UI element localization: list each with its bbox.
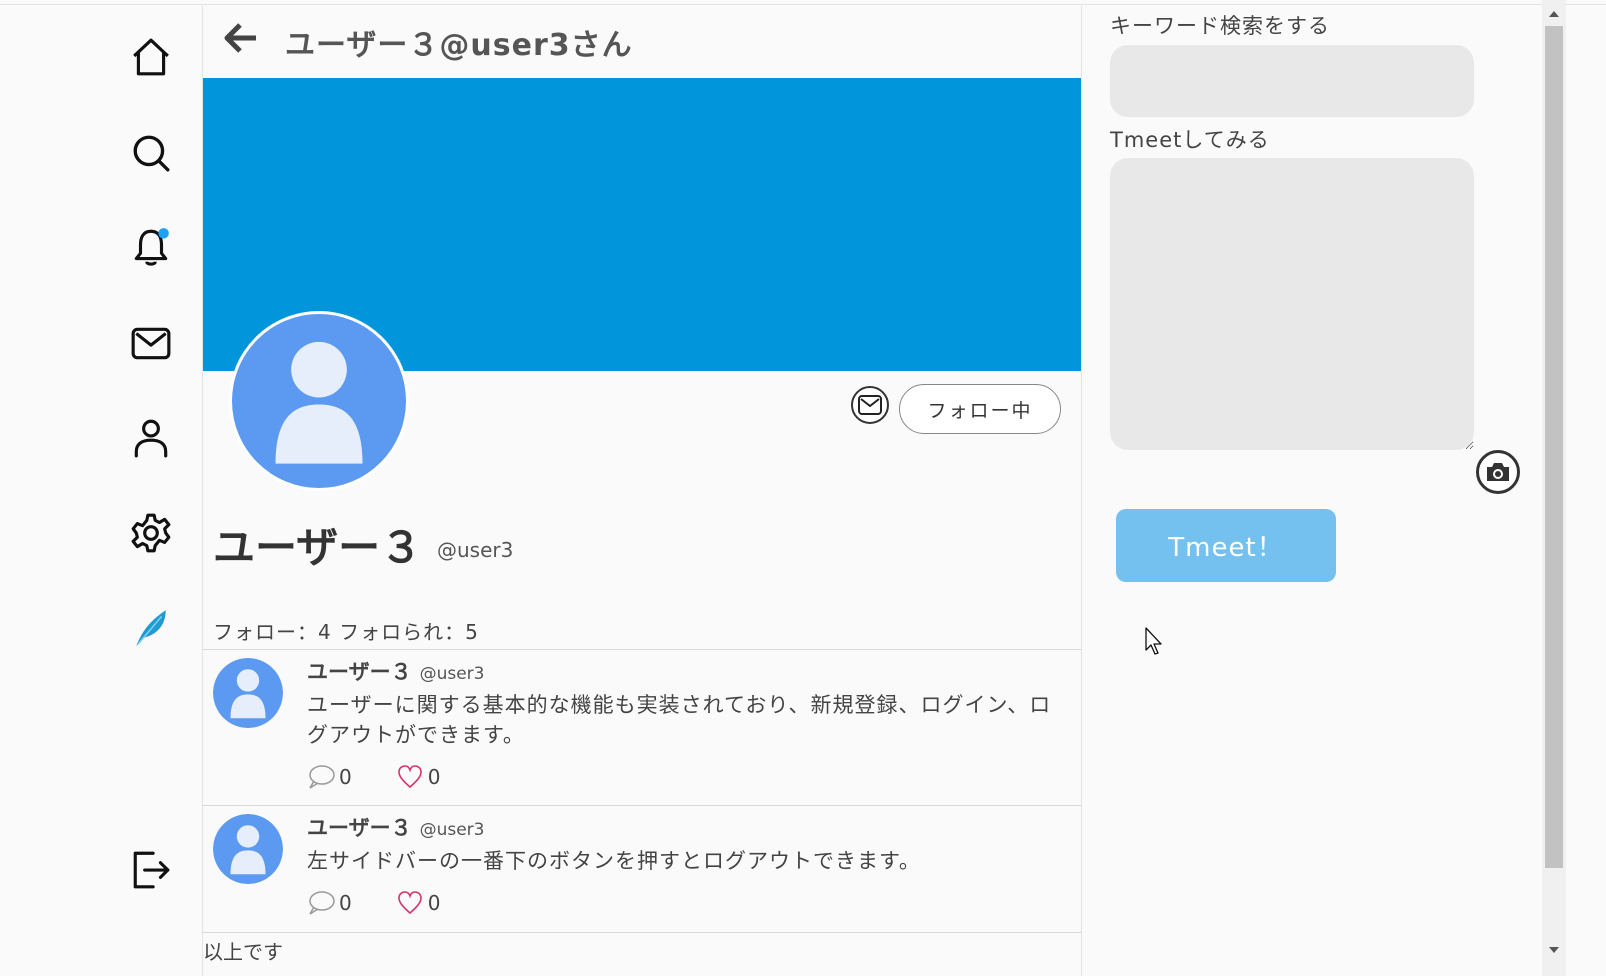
profile-handle: @user3	[437, 538, 514, 562]
avatar-icon	[232, 314, 406, 488]
nav-notifications[interactable]	[128, 224, 174, 270]
tweet-actions: 0 0	[307, 890, 440, 916]
like-button[interactable]: 0	[396, 890, 441, 916]
nav-search[interactable]	[128, 130, 174, 176]
scroll-down-arrow-icon[interactable]	[1542, 940, 1566, 960]
following-button[interactable]: フォロー中	[899, 384, 1061, 434]
like-button[interactable]: 0	[396, 764, 441, 790]
comment-icon	[309, 891, 335, 915]
search-input[interactable]	[1110, 45, 1474, 117]
tweet-text: 左サイドバーの一番下のボタンを押すとログアウトできます。	[307, 849, 921, 873]
end-of-feed-text: 以上です	[203, 940, 283, 964]
mail-icon	[858, 395, 882, 415]
tweet-author-handle: @user3	[419, 820, 485, 840]
page-header: ユーザー３@user3さん	[203, 6, 1081, 78]
main-column: ユーザー３@user3さん フォロー中 ユーザー３ @user3 フォロー：4 …	[202, 6, 1082, 976]
avatar	[213, 658, 283, 728]
bell-icon	[134, 228, 169, 266]
profile-avatar	[229, 311, 409, 491]
profile-name: ユーザー３	[213, 523, 423, 572]
compose-textarea[interactable]	[1110, 158, 1474, 450]
home-icon	[133, 38, 169, 76]
heart-icon	[397, 891, 422, 915]
reply-count: 0	[339, 891, 352, 915]
logout-icon	[133, 851, 170, 889]
notification-dot	[158, 228, 169, 239]
scrollbar[interactable]	[1542, 0, 1566, 976]
like-count: 0	[427, 765, 441, 789]
arrow-left-icon	[224, 23, 256, 53]
tweet-actions: 0 0	[307, 764, 440, 790]
nav-messages[interactable]	[128, 320, 174, 366]
submit-tmeet-button[interactable]: Tmeet！	[1116, 509, 1336, 582]
avatar-icon	[213, 814, 283, 884]
compose-label: Tmeetしてみる	[1110, 128, 1270, 152]
avatar-icon	[213, 658, 283, 728]
gear-icon	[131, 513, 171, 553]
tweet-item[interactable]: ユーザー３ @user3 左サイドバーの一番下のボタンを押すとログアウトできます。…	[203, 806, 1081, 933]
tweet-author-name: ユーザー３	[307, 660, 412, 684]
tweet-author-name: ユーザー３	[307, 816, 412, 840]
message-user-button[interactable]	[851, 386, 889, 424]
scrollbar-thumb[interactable]	[1545, 26, 1563, 868]
back-button[interactable]	[221, 18, 261, 58]
scroll-up-arrow-icon[interactable]	[1542, 4, 1566, 24]
reply-button[interactable]: 0	[307, 890, 352, 916]
window-top-edge	[0, 0, 1606, 5]
search-icon	[133, 135, 170, 172]
nav-logout[interactable]	[128, 846, 174, 892]
page-title: ユーザー３@user3さん	[285, 28, 633, 63]
user-icon	[134, 419, 168, 458]
avatar	[213, 814, 283, 884]
reply-count: 0	[339, 765, 352, 789]
reply-button[interactable]: 0	[307, 764, 352, 790]
follow-stats: フォロー：4 フォロられ：5	[213, 620, 479, 644]
comment-icon	[309, 765, 335, 789]
nav-compose[interactable]	[128, 604, 174, 650]
nav-home[interactable]	[128, 34, 174, 80]
search-label: キーワード検索をする	[1110, 14, 1330, 38]
tweet-author: ユーザー３ @user3	[307, 656, 485, 686]
like-count: 0	[427, 891, 441, 915]
feather-icon	[136, 610, 166, 646]
tweet-item[interactable]: ユーザー３ @user3 ユーザーに関する基本的な機能も実装されており、新規登録、…	[203, 649, 1081, 806]
tweet-text: ユーザーに関する基本的な機能も実装されており、新規登録、ログイン、ログアウトがで…	[307, 693, 1052, 747]
tweet-author-handle: @user3	[419, 664, 485, 684]
tweet-author: ユーザー３ @user3	[307, 812, 485, 842]
heart-icon	[397, 765, 422, 789]
attach-image-button[interactable]	[1476, 450, 1520, 494]
mail-icon	[131, 327, 171, 360]
nav-settings[interactable]	[128, 510, 174, 556]
camera-icon	[1487, 463, 1509, 481]
mouse-cursor-icon	[1145, 627, 1162, 655]
nav-profile[interactable]	[128, 414, 174, 460]
